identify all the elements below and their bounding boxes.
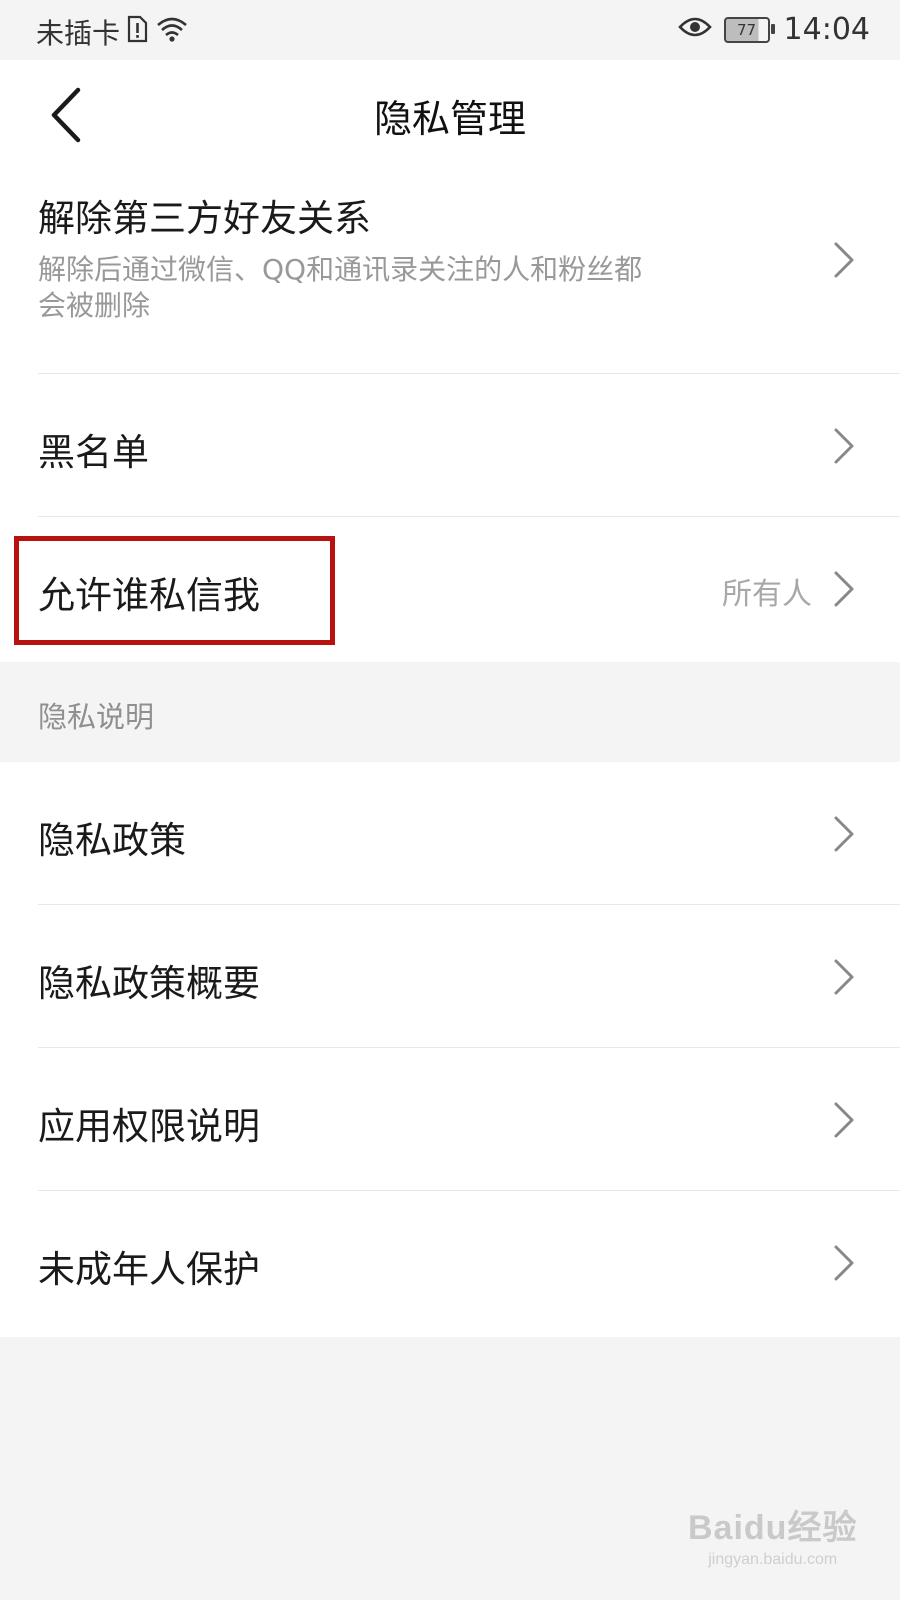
watermark-domain: jingyan.baidu.com (708, 1551, 838, 1568)
privacy-policy-row[interactable]: 隐私政策 (0, 762, 900, 905)
app-permissions-label: 应用权限说明 (38, 1105, 260, 1148)
battery-icon: 77 (723, 16, 775, 43)
privacy-info-group: 隐私政策 隐私政策概要 应用权限说明 未成年人保护 (0, 762, 900, 1337)
who-can-message-me-value: 所有人 (722, 577, 812, 612)
blacklist-label: 黑名单 (38, 431, 149, 474)
status-bar: 未插卡 77 14:04 (0, 0, 900, 60)
chevron-right-icon (834, 1245, 854, 1281)
minor-protection-label: 未成年人保护 (38, 1248, 260, 1291)
unbind-third-party-friends-label: 解除第三方好友关系 (38, 197, 371, 240)
privacy-policy-summary-row[interactable]: 隐私政策概要 (0, 905, 900, 1048)
watermark-brand: Baidu经验 (688, 1509, 858, 1547)
who-can-message-me-row[interactable]: 允许谁私信我 所有人 (0, 517, 900, 660)
unbind-third-party-friends-desc: 解除后通过微信、QQ和通讯录关注的人和粉丝都会被删除 (38, 253, 643, 322)
battery-level: 77 (736, 20, 757, 39)
clock: 14:04 (783, 12, 870, 47)
privacy-settings-group: 解除第三方好友关系 解除后通过微信、QQ和通讯录关注的人和粉丝都会被删除 黑名单… (0, 168, 900, 662)
carrier-text: 未插卡 (36, 17, 121, 50)
chevron-right-icon (834, 242, 854, 278)
wifi-icon (156, 15, 188, 50)
privacy-policy-summary-label: 隐私政策概要 (38, 962, 260, 1005)
blacklist-row[interactable]: 黑名单 (0, 374, 900, 517)
top-navigation-bar: 隐私管理 (0, 60, 900, 169)
who-can-message-me-label: 允许谁私信我 (38, 574, 260, 617)
chevron-right-icon (834, 1102, 854, 1138)
chevron-right-icon (834, 428, 854, 464)
chevron-right-icon (834, 816, 854, 852)
page-title: 隐私管理 (373, 97, 526, 141)
status-left: 未插卡 (36, 12, 188, 52)
minor-protection-row[interactable]: 未成年人保护 (0, 1191, 900, 1334)
section-title-privacy-info: 隐私说明 (38, 700, 155, 734)
unbind-third-party-friends-row[interactable]: 解除第三方好友关系 解除后通过微信、QQ和通讯录关注的人和粉丝都会被删除 (0, 168, 900, 374)
chevron-right-icon (834, 571, 854, 607)
baidu-watermark: Baidu经验 jingyan.baidu.com (688, 1500, 857, 1569)
status-right: 77 14:04 (677, 12, 870, 47)
chevron-right-icon (834, 959, 854, 995)
eye-icon (677, 12, 712, 47)
privacy-policy-label: 隐私政策 (38, 819, 186, 862)
sim-alert-icon (126, 15, 148, 50)
app-permissions-row[interactable]: 应用权限说明 (0, 1048, 900, 1191)
